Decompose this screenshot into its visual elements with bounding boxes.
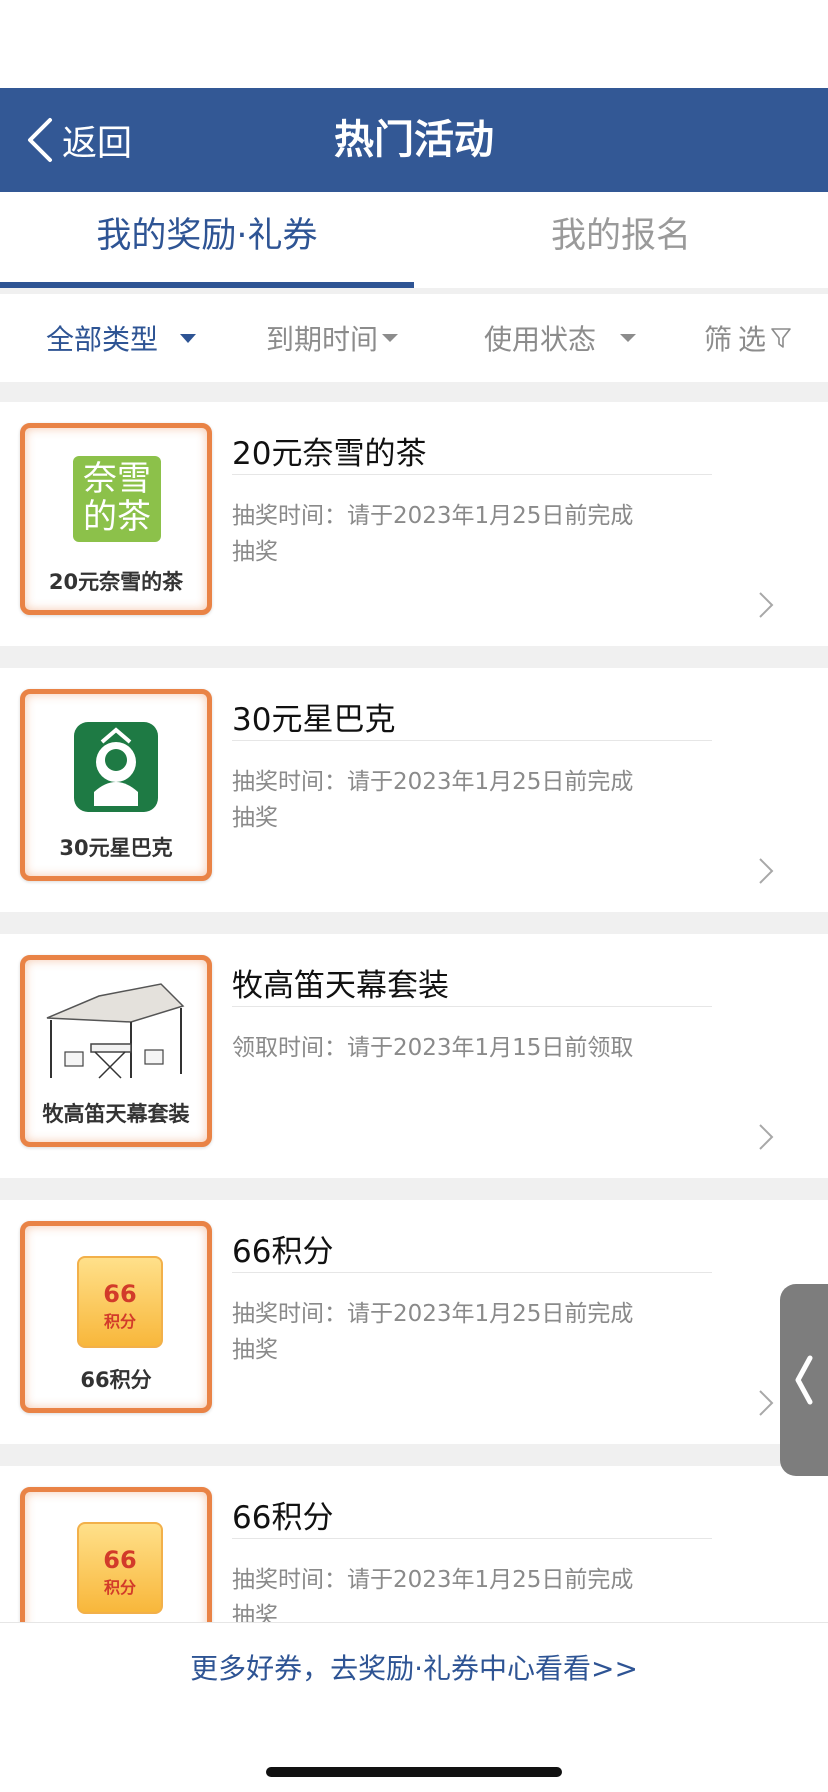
reward-thumbnail: 牧高笛天幕套装 bbox=[20, 955, 212, 1147]
active-tab-indicator bbox=[0, 282, 414, 288]
points-ticket-icon: 66 积分 bbox=[77, 1256, 163, 1348]
filter-type-dropdown[interactable]: 全部类型 bbox=[46, 294, 197, 382]
reward-card[interactable]: 奈雪的茶 20元奈雪的茶 20元奈雪的茶 抽奖时间：请于2023年1月25日前完… bbox=[0, 402, 828, 646]
filter-label: 筛选 bbox=[704, 323, 773, 356]
ticket-unit: 积分 bbox=[103, 1578, 136, 1597]
back-label: 返回 bbox=[62, 123, 133, 164]
reward-title: 66积分 bbox=[232, 1234, 334, 1270]
divider bbox=[232, 740, 712, 741]
divider bbox=[232, 1006, 712, 1007]
filter-type-label: 全部类型 bbox=[46, 323, 159, 356]
more-coupons-link[interactable]: 更多好券，去奖励·礼券中心看看>> bbox=[0, 1647, 828, 1687]
canopy-set-icon bbox=[46, 983, 185, 1079]
caret-down-icon bbox=[620, 334, 637, 342]
filter-expiry-label: 到期时间 bbox=[266, 323, 379, 356]
home-indicator bbox=[266, 1767, 562, 1777]
ticket-number: 66 bbox=[103, 1280, 137, 1308]
tab-my-signups[interactable]: 我的报名 bbox=[414, 192, 828, 288]
reward-card[interactable]: 66 积分 66积分 66积分 抽奖时间：请于2023年1月25日前完成抽奖 bbox=[0, 1200, 828, 1444]
back-button[interactable]: 返回 bbox=[24, 88, 132, 192]
reward-card[interactable]: 牧高笛天幕套装 牧高笛天幕套装 领取时间：请于2023年1月15日前领取 bbox=[0, 934, 828, 1178]
side-drawer-handle[interactable] bbox=[780, 1284, 828, 1476]
chevron-right-icon bbox=[759, 1124, 774, 1150]
reward-deadline: 领取时间：请于2023年1月15日前领取 bbox=[232, 1035, 634, 1061]
reward-card[interactable]: 30元星巴克 30元星巴克 抽奖时间：请于2023年1月25日前完成抽奖 bbox=[0, 668, 828, 912]
nav-bar: 返回 热门活动 bbox=[0, 88, 828, 192]
caret-down-icon bbox=[180, 333, 197, 343]
chevron-left-icon bbox=[28, 118, 52, 162]
ticket-unit: 积分 bbox=[103, 1312, 136, 1331]
reward-title: 20元奈雪的茶 bbox=[232, 436, 427, 472]
thumbnail-caption: 30元星巴克 bbox=[59, 836, 173, 860]
reward-deadline: 抽奖时间：请于2023年1月25日前完成抽奖 bbox=[232, 1301, 634, 1363]
filter-status-label: 使用状态 bbox=[484, 323, 597, 356]
chevron-right-icon bbox=[759, 858, 774, 884]
divider bbox=[232, 1272, 712, 1273]
chevron-right-icon bbox=[759, 1390, 774, 1416]
caret-down-icon bbox=[382, 334, 399, 342]
funnel-icon bbox=[771, 328, 791, 348]
bottom-bar: 更多好券，去奖励·礼券中心看看>> bbox=[0, 1622, 828, 1792]
chevron-right-icon bbox=[759, 592, 774, 618]
filter-expiry-dropdown[interactable]: 到期时间 bbox=[266, 294, 399, 382]
status-bar bbox=[0, 0, 828, 88]
thumbnail-caption: 20元奈雪的茶 bbox=[48, 570, 184, 594]
tab-bar: 我的奖励·礼券 我的报名 bbox=[0, 192, 828, 288]
thumbnail-caption: 牧高笛天幕套装 bbox=[42, 1102, 190, 1126]
points-ticket-icon: 66 积分 bbox=[77, 1522, 163, 1614]
filter-button[interactable]: 筛选 bbox=[704, 294, 792, 382]
reward-thumbnail: 66 积分 66积分 bbox=[20, 1221, 212, 1413]
divider bbox=[232, 1538, 712, 1539]
thumbnail-caption: 66积分 bbox=[80, 1368, 152, 1392]
reward-title: 66积分 bbox=[232, 1500, 334, 1536]
filter-status-dropdown[interactable]: 使用状态 bbox=[484, 294, 637, 382]
reward-thumbnail: 奈雪的茶 20元奈雪的茶 bbox=[20, 423, 212, 615]
filter-bar: 全部类型 到期时间 使用状态 筛选 bbox=[0, 294, 828, 382]
reward-thumbnail: 30元星巴克 bbox=[20, 689, 212, 881]
tab-my-rewards[interactable]: 我的奖励·礼券 bbox=[0, 192, 414, 288]
divider bbox=[232, 474, 712, 475]
reward-title: 牧高笛天幕套装 bbox=[232, 968, 449, 1004]
ticket-number: 66 bbox=[103, 1546, 137, 1574]
chevron-left-icon bbox=[795, 1355, 813, 1405]
reward-title: 30元星巴克 bbox=[232, 702, 396, 738]
reward-deadline: 抽奖时间：请于2023年1月25日前完成抽奖 bbox=[232, 503, 634, 565]
starbucks-logo-icon bbox=[74, 722, 158, 812]
reward-deadline: 抽奖时间：请于2023年1月25日前完成抽奖 bbox=[232, 769, 634, 831]
tea-logo-icon: 奈雪的茶 bbox=[73, 456, 161, 542]
